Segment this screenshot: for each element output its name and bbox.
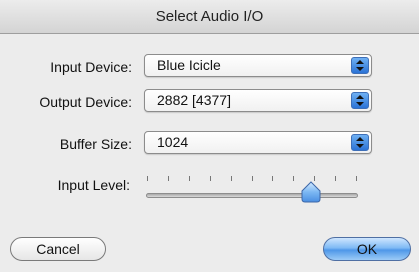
dialog-title: Select Audio I/O — [155, 8, 264, 25]
input-device-label: Input Device: — [50, 59, 132, 75]
audio-io-dialog: Select Audio I/O Input Device: Blue Icic… — [0, 0, 419, 272]
up-down-arrows-icon — [351, 134, 369, 151]
up-down-arrows-icon — [351, 57, 369, 74]
slider-tick — [335, 176, 336, 181]
input-level-label: Input Level: — [57, 177, 130, 193]
slider-tick — [231, 176, 232, 181]
buffer-size-value: 1024 — [157, 134, 189, 150]
output-device-select[interactable]: 2882 [4377] — [144, 89, 372, 112]
output-device-label: Output Device: — [39, 94, 132, 110]
slider-tick — [210, 176, 211, 181]
input-device-select[interactable]: Blue Icicle — [144, 54, 372, 77]
title-bar: Select Audio I/O — [0, 0, 419, 34]
up-down-arrows-icon — [351, 92, 369, 109]
ok-button[interactable]: OK — [323, 237, 411, 261]
slider-tick — [252, 176, 253, 181]
slider-tick — [168, 176, 169, 181]
input-level-slider[interactable] — [146, 193, 358, 198]
slider-tick — [189, 176, 190, 181]
output-device-value: 2882 [4377] — [157, 92, 231, 108]
slider-ticks — [147, 176, 357, 182]
cancel-button[interactable]: Cancel — [10, 237, 106, 261]
slider-tick — [293, 176, 294, 181]
input-device-value: Blue Icicle — [157, 57, 221, 73]
slider-tick — [356, 176, 357, 181]
slider-thumb-icon[interactable] — [300, 181, 322, 203]
buffer-size-label: Buffer Size: — [59, 136, 132, 152]
buffer-size-select[interactable]: 1024 — [144, 131, 372, 154]
slider-tick — [147, 176, 148, 181]
slider-tick — [272, 176, 273, 181]
